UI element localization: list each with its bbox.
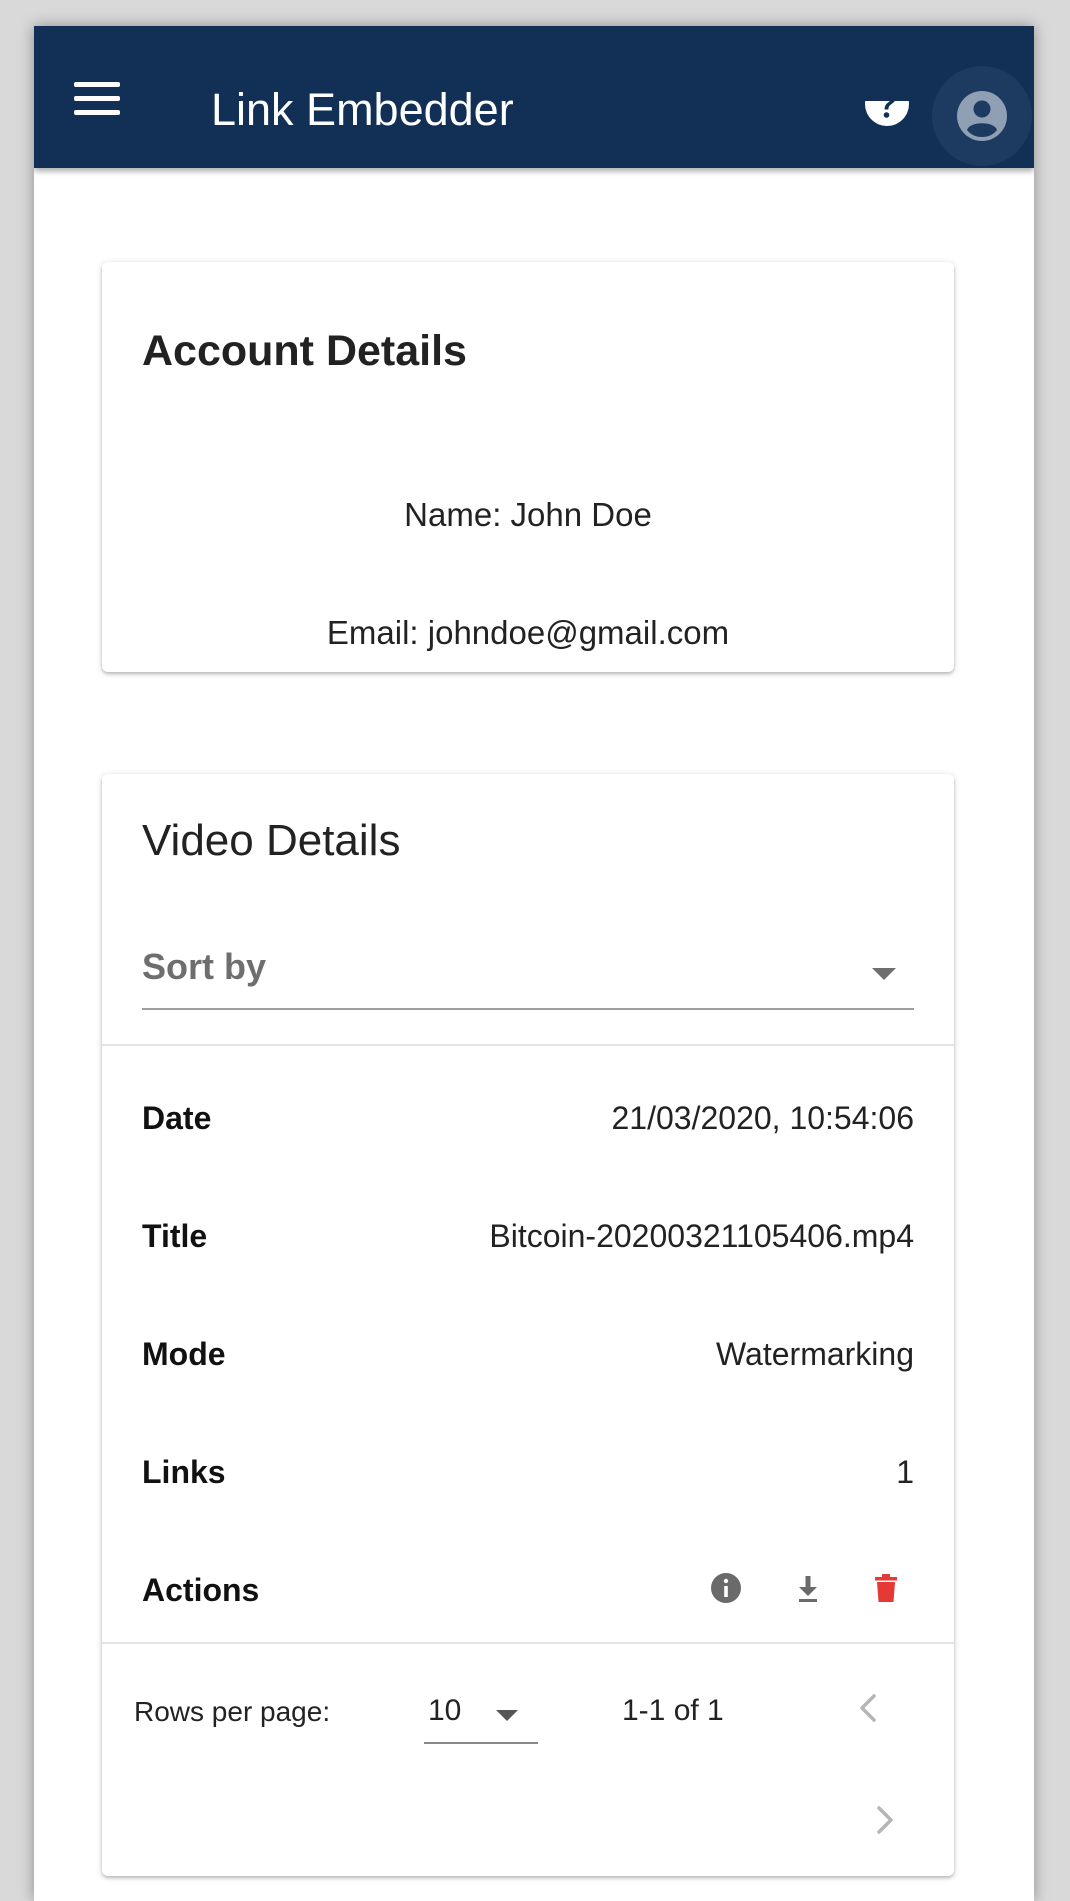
row-value: 1 [896,1454,914,1490]
detail-row-actions: Actions [142,1562,914,1622]
rows-per-page-select[interactable]: 10 [424,1678,538,1744]
help-icon[interactable] [856,82,918,163]
chevron-right-icon [877,1806,893,1834]
detail-row-mode: Mode Watermarking [142,1326,914,1386]
app-title: Link Embedder [211,84,514,135]
info-icon[interactable] [706,1568,746,1608]
pagination-range: 1-1 of 1 [622,1694,724,1727]
rows-per-page-value: 10 [428,1694,462,1727]
app-screen: Link Embedder Account Details Name: John [34,26,1034,1901]
detail-row-links: Links 1 [142,1444,914,1504]
account-name: Name: John Doe [404,496,652,533]
download-icon[interactable] [788,1568,828,1608]
rows-per-page-label: Rows per page: [134,1696,331,1727]
divider [102,1044,954,1046]
row-value: Bitcoin-20200321105406.mp4 [489,1218,914,1254]
row-value: Watermarking [716,1336,914,1372]
account-icon[interactable] [932,66,1032,166]
row-label: Title [142,1218,208,1254]
chevron-left-icon [860,1694,876,1722]
dropdown-arrow-icon [496,1710,518,1721]
sort-by-select[interactable]: Sort by [142,942,914,1010]
next-page-button[interactable] [854,1790,914,1850]
detail-row-date: Date 21/03/2020, 10:54:06 [142,1090,914,1150]
video-details-card: Video Details Sort by Date 21/03/2020, 1… [102,774,954,1876]
previous-page-button[interactable] [840,1678,900,1738]
divider [102,1642,954,1644]
row-value: 21/03/2020, 10:54:06 [611,1100,915,1136]
dropdown-arrow-icon [872,968,896,980]
menu-icon[interactable] [74,74,128,122]
account-details-card: Account Details Name: John Doe Email: jo… [102,262,954,672]
video-details-heading: Video Details [142,816,401,865]
detail-row-title: Title Bitcoin-20200321105406.mp4 [142,1208,914,1268]
row-label: Actions [142,1572,260,1608]
account-email: Email: johndoe@gmail.com [326,614,730,651]
row-label: Date [142,1100,212,1136]
row-label: Mode [142,1336,226,1372]
sort-by-label: Sort by [142,946,267,987]
delete-icon[interactable] [866,1568,906,1608]
account-details-heading: Account Details [142,327,467,375]
app-bar: Link Embedder [34,26,1034,168]
row-label: Links [142,1454,226,1490]
